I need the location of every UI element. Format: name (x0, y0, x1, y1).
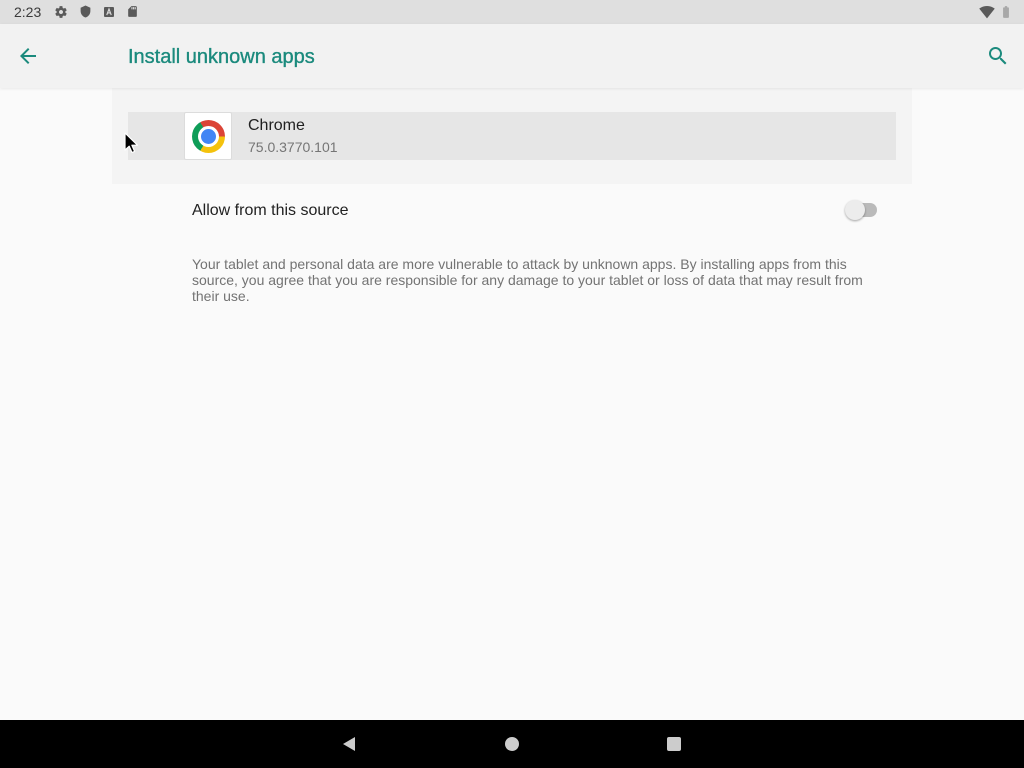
nav-recents-shape (667, 737, 681, 751)
nav-recents-icon (667, 737, 681, 751)
app-header-card: Chrome 75.0.3770.101 (112, 88, 912, 184)
text-a-icon (104, 7, 114, 17)
status-bar: 2:23 (0, 0, 1024, 24)
sd-card-shape (128, 6, 137, 17)
mouse-pointer-icon (124, 132, 139, 154)
gear-icon (55, 6, 67, 18)
chrome-icon-center (200, 128, 216, 144)
allow-from-source-label: Allow from this source (192, 202, 349, 219)
shield-shape (80, 5, 91, 18)
sd-card-icon (128, 6, 137, 17)
page-title: Install unknown apps (128, 46, 315, 68)
chrome-icon (191, 119, 225, 153)
search-icon (989, 47, 1007, 65)
app-icon-tile (184, 112, 232, 160)
nav-home-button[interactable] (492, 724, 532, 764)
arrow-left-icon (20, 48, 36, 64)
nav-back-button[interactable] (329, 724, 369, 764)
arrow-left-shape (20, 48, 36, 64)
app-version: 75.0.3770.101 (248, 139, 338, 155)
mouse-pointer-shape (124, 132, 139, 154)
back-button[interactable] (4, 32, 52, 80)
status-time: 2:23 (14, 4, 42, 20)
battery-shape (1003, 6, 1009, 18)
app-name: Chrome (248, 117, 305, 134)
nav-recents-button[interactable] (654, 724, 694, 764)
battery-icon (1003, 6, 1009, 18)
switch-thumb (845, 200, 865, 220)
nav-home-shape (505, 737, 519, 751)
wifi-shape (979, 6, 995, 19)
warning-text: Your tablet and personal data are more v… (192, 256, 863, 304)
screen: 2:23 Install unknown apps Chrome 75.0.37… (0, 0, 1024, 768)
nav-bar (0, 720, 1024, 768)
search-shape (989, 47, 1007, 65)
allow-from-source-row[interactable]: Allow from this source (112, 184, 912, 240)
nav-home-icon (505, 737, 519, 751)
allow-from-source-switch[interactable] (844, 200, 880, 220)
gear-shape (55, 6, 67, 18)
shield-icon (80, 5, 91, 18)
app-bar: Install unknown apps (0, 24, 1024, 88)
search-button[interactable] (974, 32, 1022, 80)
app-row[interactable]: Chrome 75.0.3770.101 (128, 112, 896, 160)
nav-back-icon (343, 737, 355, 751)
wifi-icon (979, 6, 995, 19)
nav-back-shape (343, 737, 355, 751)
